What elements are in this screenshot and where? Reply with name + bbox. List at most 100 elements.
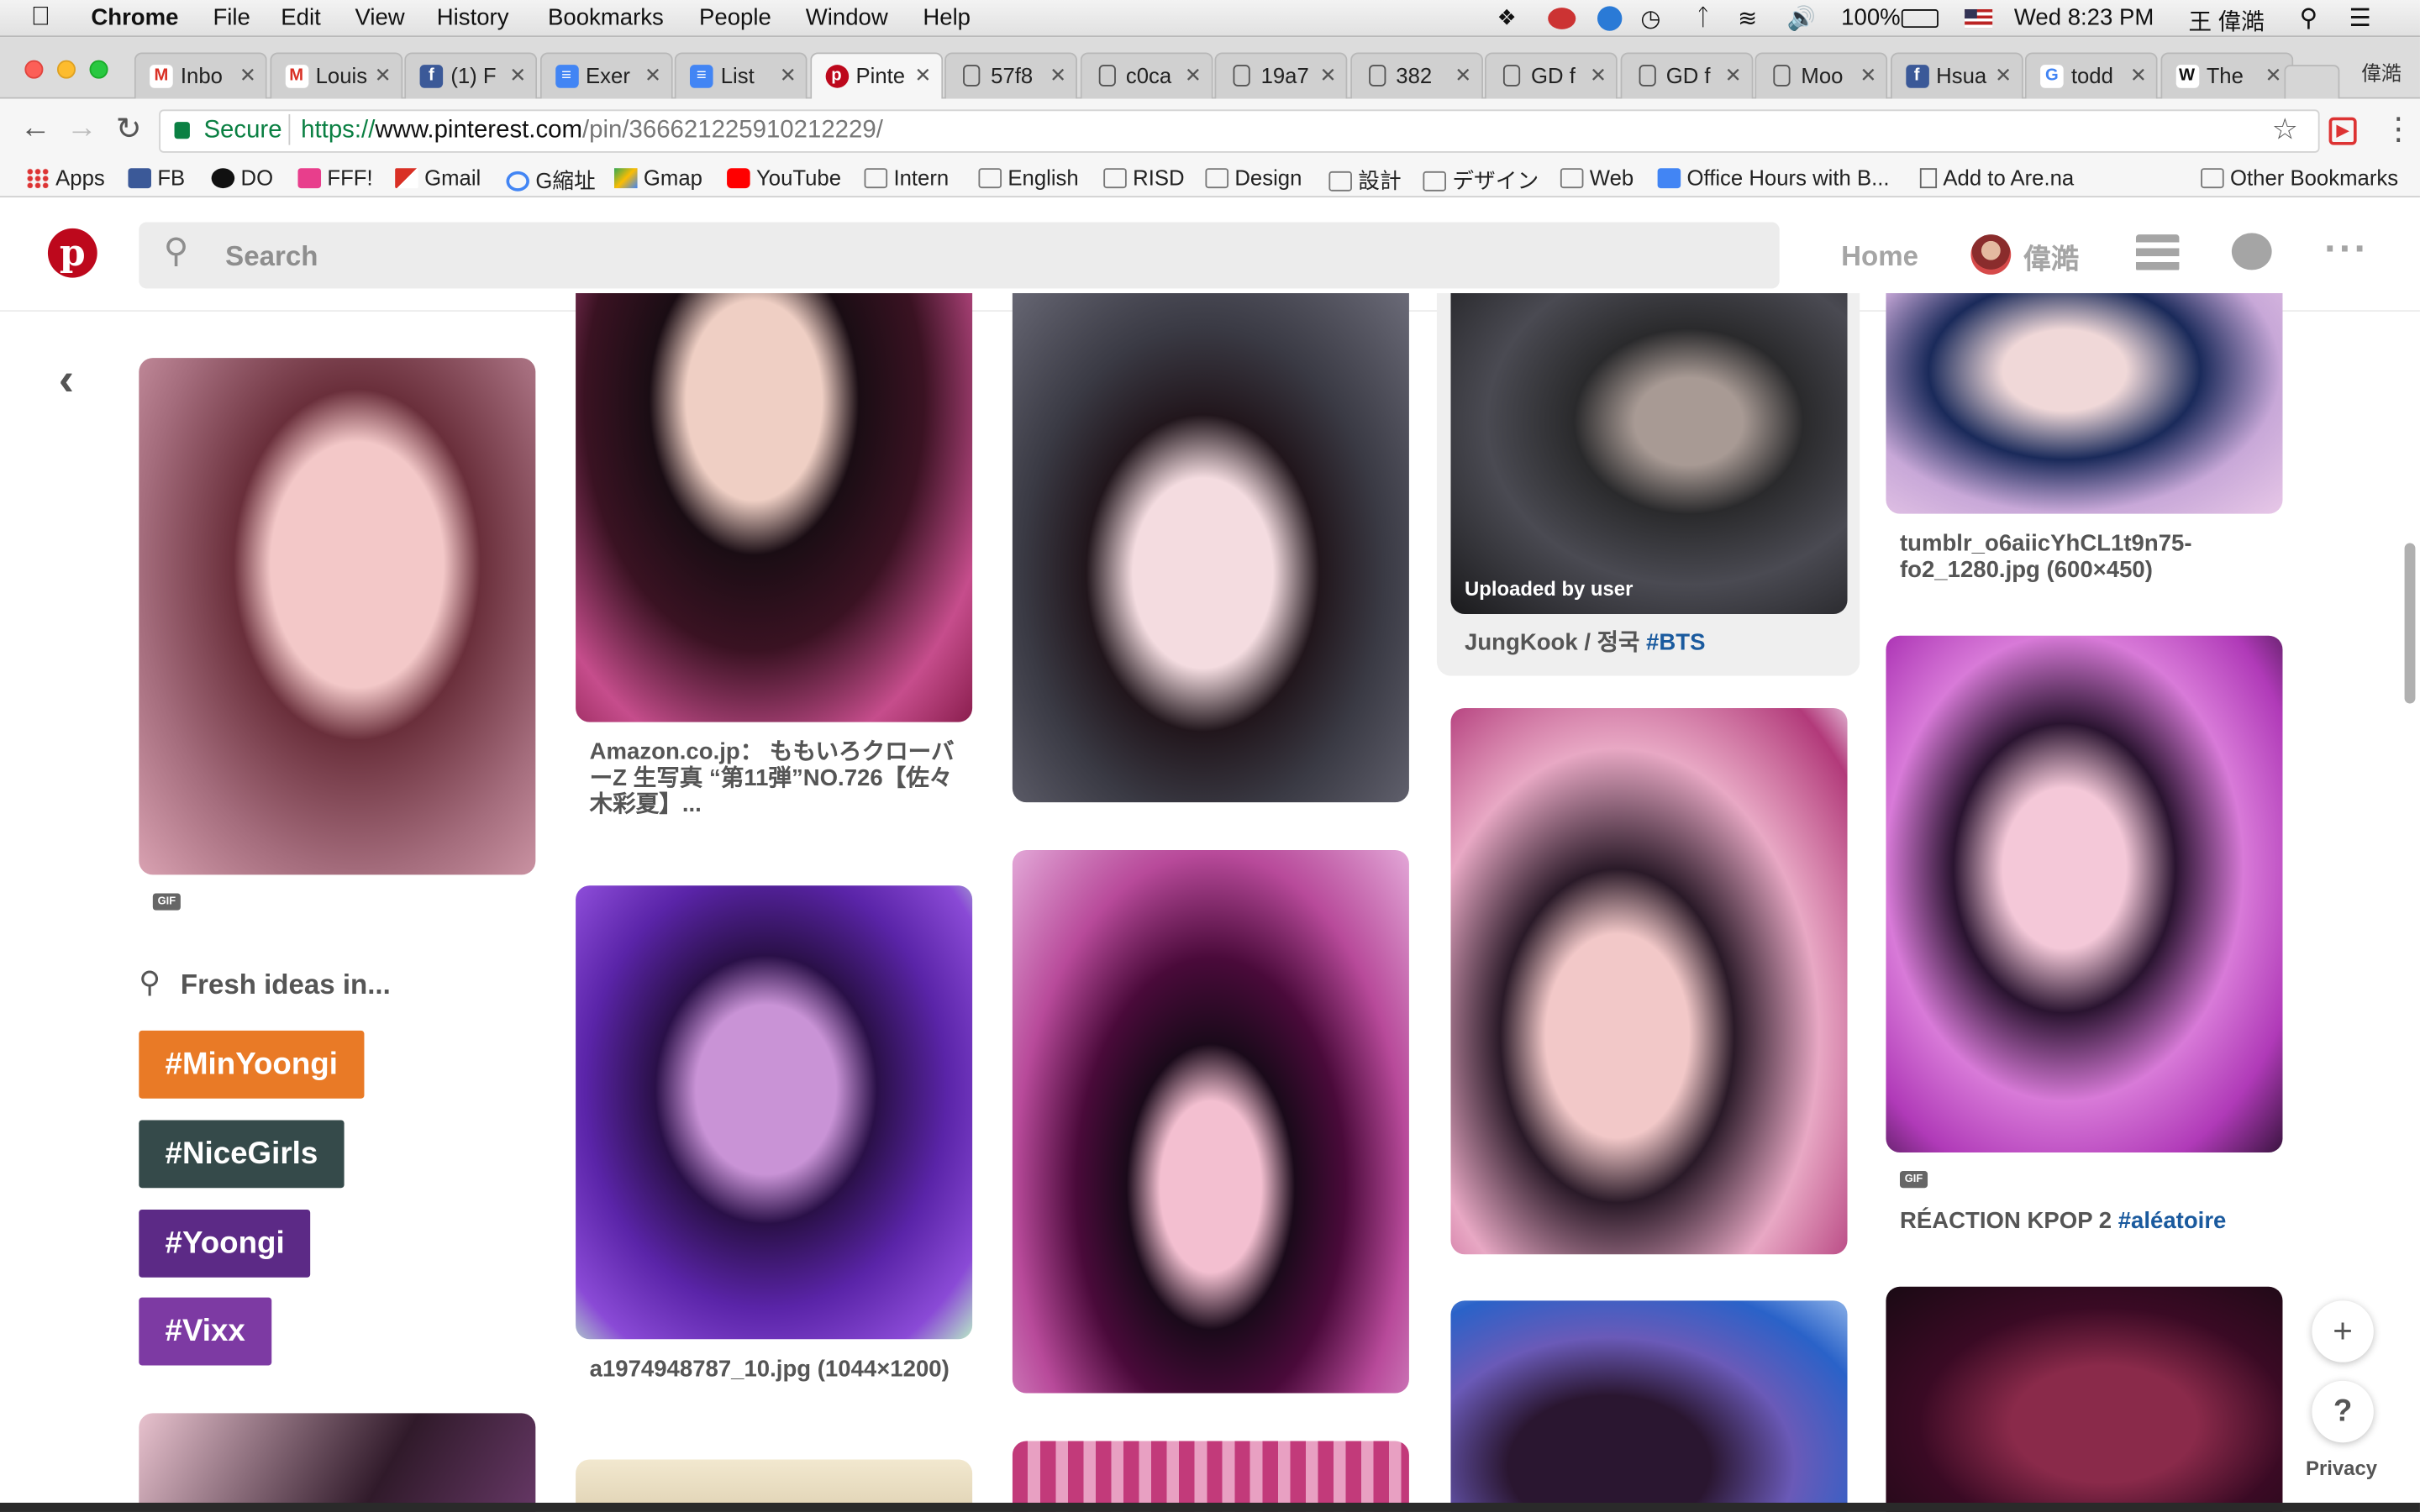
battery-icon[interactable] — [1901, 9, 1939, 29]
fullscreen-window-icon[interactable] — [89, 60, 108, 79]
shazam-icon[interactable] — [1597, 6, 1623, 31]
hashtag-bts-link[interactable]: #BTS — [1646, 629, 1705, 655]
minimize-window-icon[interactable] — [56, 60, 76, 79]
address-bar[interactable]: Secure https://www.pinterest.com/pin/366… — [159, 109, 2320, 153]
us-flag-icon[interactable] — [1965, 9, 1993, 29]
main-pin-image[interactable] — [139, 358, 536, 875]
apple-menu-icon[interactable]:  — [31, 2, 50, 33]
browser-tab[interactable]: GD f ✕ — [1484, 52, 1618, 99]
pin-jungkook-caption[interactable]: JungKook / 정국 #BTS — [1465, 629, 1843, 655]
pin-jungkook-image[interactable]: Uploaded by user — [1450, 292, 1848, 615]
user-avatar[interactable] — [1970, 234, 2012, 275]
bookmark-item[interactable]: DO — [211, 165, 273, 190]
close-tab-icon[interactable]: ✕ — [1590, 63, 1607, 87]
other-bookmarks[interactable]: Other Bookmarks — [2201, 165, 2398, 190]
bookmark-item[interactable]: YouTube — [727, 165, 841, 190]
browser-tab[interactable]: ≡ Exer ✕ — [539, 52, 672, 99]
pin-cat-ears-image[interactable] — [1450, 1300, 1848, 1512]
page-scrollbar-thumb[interactable] — [2404, 543, 2416, 704]
pin-reaction-kpop-caption[interactable]: RÉACTION KPOP 2 #aléatoire — [1900, 1208, 2278, 1234]
pin-a1974948787-image[interactable] — [576, 885, 973, 1340]
close-tab-icon[interactable]: ✕ — [914, 63, 931, 87]
tag-nicegirls[interactable]: #NiceGirls — [139, 1120, 345, 1189]
menu-edit[interactable]: Edit — [281, 5, 320, 31]
pin-momoiro-image[interactable] — [576, 292, 973, 722]
menu-window[interactable]: Window — [806, 5, 888, 31]
hashtag-aleatoire-link[interactable]: #aléatoire — [2118, 1208, 2227, 1234]
menu-help[interactable]: Help — [923, 5, 971, 31]
close-tab-icon[interactable]: ✕ — [1050, 63, 1066, 87]
help-button[interactable]: ? — [2312, 1380, 2374, 1443]
close-tab-icon[interactable]: ✕ — [509, 63, 526, 87]
bluetooth-icon[interactable]: ᛏ — [1697, 5, 1711, 31]
close-tab-icon[interactable]: ✕ — [2130, 63, 2147, 87]
close-window-icon[interactable] — [24, 60, 44, 79]
bookmark-item[interactable]: Apps — [26, 165, 105, 190]
pin-tumblr-caption[interactable]: tumblr_o6aiicYhCL1t9n75-fo2_1280.jpg (60… — [1900, 531, 2270, 583]
volume-icon[interactable]: 🔊 — [1787, 5, 1816, 32]
bookmark-item[interactable]: FB — [128, 165, 185, 190]
bookmark-item[interactable]: Gmail — [395, 165, 481, 190]
close-tab-icon[interactable]: ✕ — [2265, 63, 2282, 87]
pin-a1974948787-caption[interactable]: a1974948787_10.jpg (1044×1200) — [590, 1356, 968, 1382]
menubar-user[interactable]: 王 偉澔 — [2188, 5, 2264, 38]
close-tab-icon[interactable]: ✕ — [1725, 63, 1742, 87]
wifi-icon[interactable]: ≋ — [1738, 5, 1757, 32]
bookmark-item[interactable]: FFF! — [297, 165, 373, 190]
browser-tab[interactable]: 19a7 ✕ — [1214, 52, 1348, 99]
close-tab-icon[interactable]: ✕ — [644, 63, 661, 87]
pin-cat-filter-image[interactable] — [1012, 292, 1409, 803]
browser-tab[interactable]: p Pinte ✕ — [809, 52, 943, 99]
pin-bob-hair-image[interactable] — [1012, 850, 1409, 1394]
notification-center-icon[interactable]: ☰ — [2349, 3, 2370, 34]
browser-tab[interactable]: Gtodd ✕ — [2024, 52, 2158, 99]
bookmark-item[interactable]: Gmap — [614, 165, 702, 190]
forward-icon[interactable]: → — [66, 111, 97, 146]
browser-tab[interactable]: W The ✕ — [2160, 52, 2293, 99]
browser-tab[interactable]: ≡ List ✕ — [674, 52, 808, 99]
creative-cloud-icon[interactable] — [1548, 8, 1576, 29]
menu-app-name[interactable]: Chrome — [91, 5, 178, 31]
time-machine-icon[interactable]: ◷ — [1640, 5, 1660, 32]
bookmark-item[interactable]: English — [978, 165, 1079, 190]
back-chevron-icon[interactable]: ‹ — [59, 354, 74, 407]
close-tab-icon[interactable]: ✕ — [1320, 63, 1337, 87]
bookmark-item[interactable]: G縮址 — [506, 165, 596, 197]
spotlight-search-icon[interactable]: ⚲ — [2300, 3, 2318, 34]
close-tab-icon[interactable]: ✕ — [1995, 63, 2012, 87]
menu-view[interactable]: View — [355, 5, 404, 31]
pin-jungkook-card[interactable]: Uploaded by user JungKook / 정국 #BTS — [1436, 292, 1860, 676]
related-pin-image[interactable] — [139, 1413, 536, 1512]
close-tab-icon[interactable]: ✕ — [1860, 63, 1876, 87]
menubar-clock[interactable]: Wed 8:23 PM — [2014, 5, 2154, 31]
nav-home[interactable]: Home — [1841, 241, 1918, 274]
bookmark-item[interactable]: RISD — [1103, 165, 1185, 190]
bookmark-item[interactable]: Add to Are.na — [1919, 165, 2074, 190]
more-options-icon[interactable]: ··· — [2324, 225, 2369, 273]
menu-file[interactable]: File — [213, 5, 250, 31]
browser-tab[interactable]: Moo ✕ — [1754, 52, 1888, 99]
nav-user-name[interactable]: 偉澔 — [2023, 238, 2079, 278]
bookmark-item[interactable]: Office Hours with B... — [1657, 165, 1890, 190]
dropbox-icon[interactable]: ❖ — [1497, 5, 1517, 31]
pin-reaction-kpop-image[interactable] — [1886, 635, 2283, 1153]
pin-momoiro-caption[interactable]: Amazon.co.jp： ももいろクローバーZ 生写真 “第11弾”NO.72… — [590, 739, 968, 818]
browser-tab[interactable]: 382 ✕ — [1349, 52, 1483, 99]
pinterest-search-bar[interactable]: ⚲ Search — [139, 222, 1780, 289]
tag-minyoongi[interactable]: #MinYoongi — [139, 1030, 365, 1099]
tag-vixx[interactable]: #Vixx — [139, 1297, 272, 1366]
pin-tumblr-image[interactable] — [1886, 292, 2283, 514]
close-tab-icon[interactable]: ✕ — [1185, 63, 1202, 87]
bookmark-item[interactable]: 設計 — [1328, 165, 1402, 197]
close-tab-icon[interactable]: ✕ — [239, 63, 256, 87]
close-tab-icon[interactable]: ✕ — [1455, 63, 1471, 87]
extension-icon[interactable]: ▶ — [2328, 117, 2357, 145]
pinterest-logo-icon[interactable]: p — [47, 228, 97, 278]
back-icon[interactable]: ← — [20, 111, 51, 146]
menu-history[interactable]: History — [437, 5, 509, 31]
bookmark-item[interactable]: Design — [1205, 165, 1302, 190]
reload-icon[interactable]: ↻ — [116, 109, 142, 148]
close-tab-icon[interactable]: ✕ — [375, 63, 392, 87]
pin-next-col4-image[interactable] — [1886, 1286, 2283, 1512]
browser-tab[interactable]: GD f ✕ — [1619, 52, 1753, 99]
